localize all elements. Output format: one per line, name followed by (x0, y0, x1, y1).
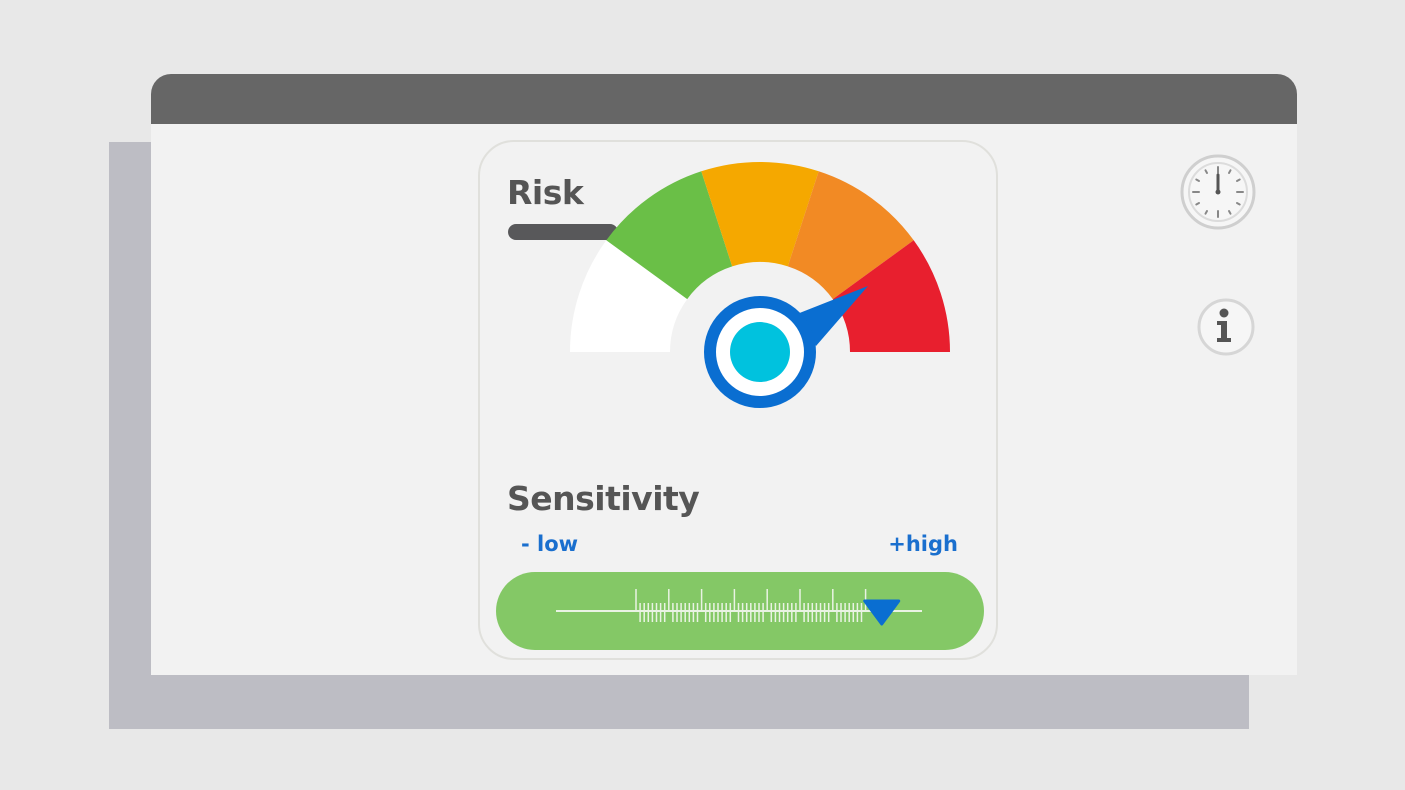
slider-low-label: - low (521, 532, 579, 556)
title-bar (151, 74, 1297, 124)
slider-track (556, 589, 922, 626)
risk-gauge (570, 162, 950, 408)
gauge-hub-center (730, 322, 790, 382)
slider-high-label: +high (888, 532, 958, 556)
slider-handle[interactable] (863, 599, 901, 626)
app-window: Risk Sensitivity - low +high (151, 74, 1297, 675)
sensitivity-title: Sensitivity (507, 479, 700, 518)
sensitivity-slider[interactable] (496, 572, 984, 650)
info-icon[interactable] (1196, 297, 1256, 357)
clock-icon[interactable] (1179, 153, 1257, 231)
risk-sensitivity-card: Risk Sensitivity - low +high (478, 140, 998, 660)
slider-ticks (635, 589, 867, 622)
